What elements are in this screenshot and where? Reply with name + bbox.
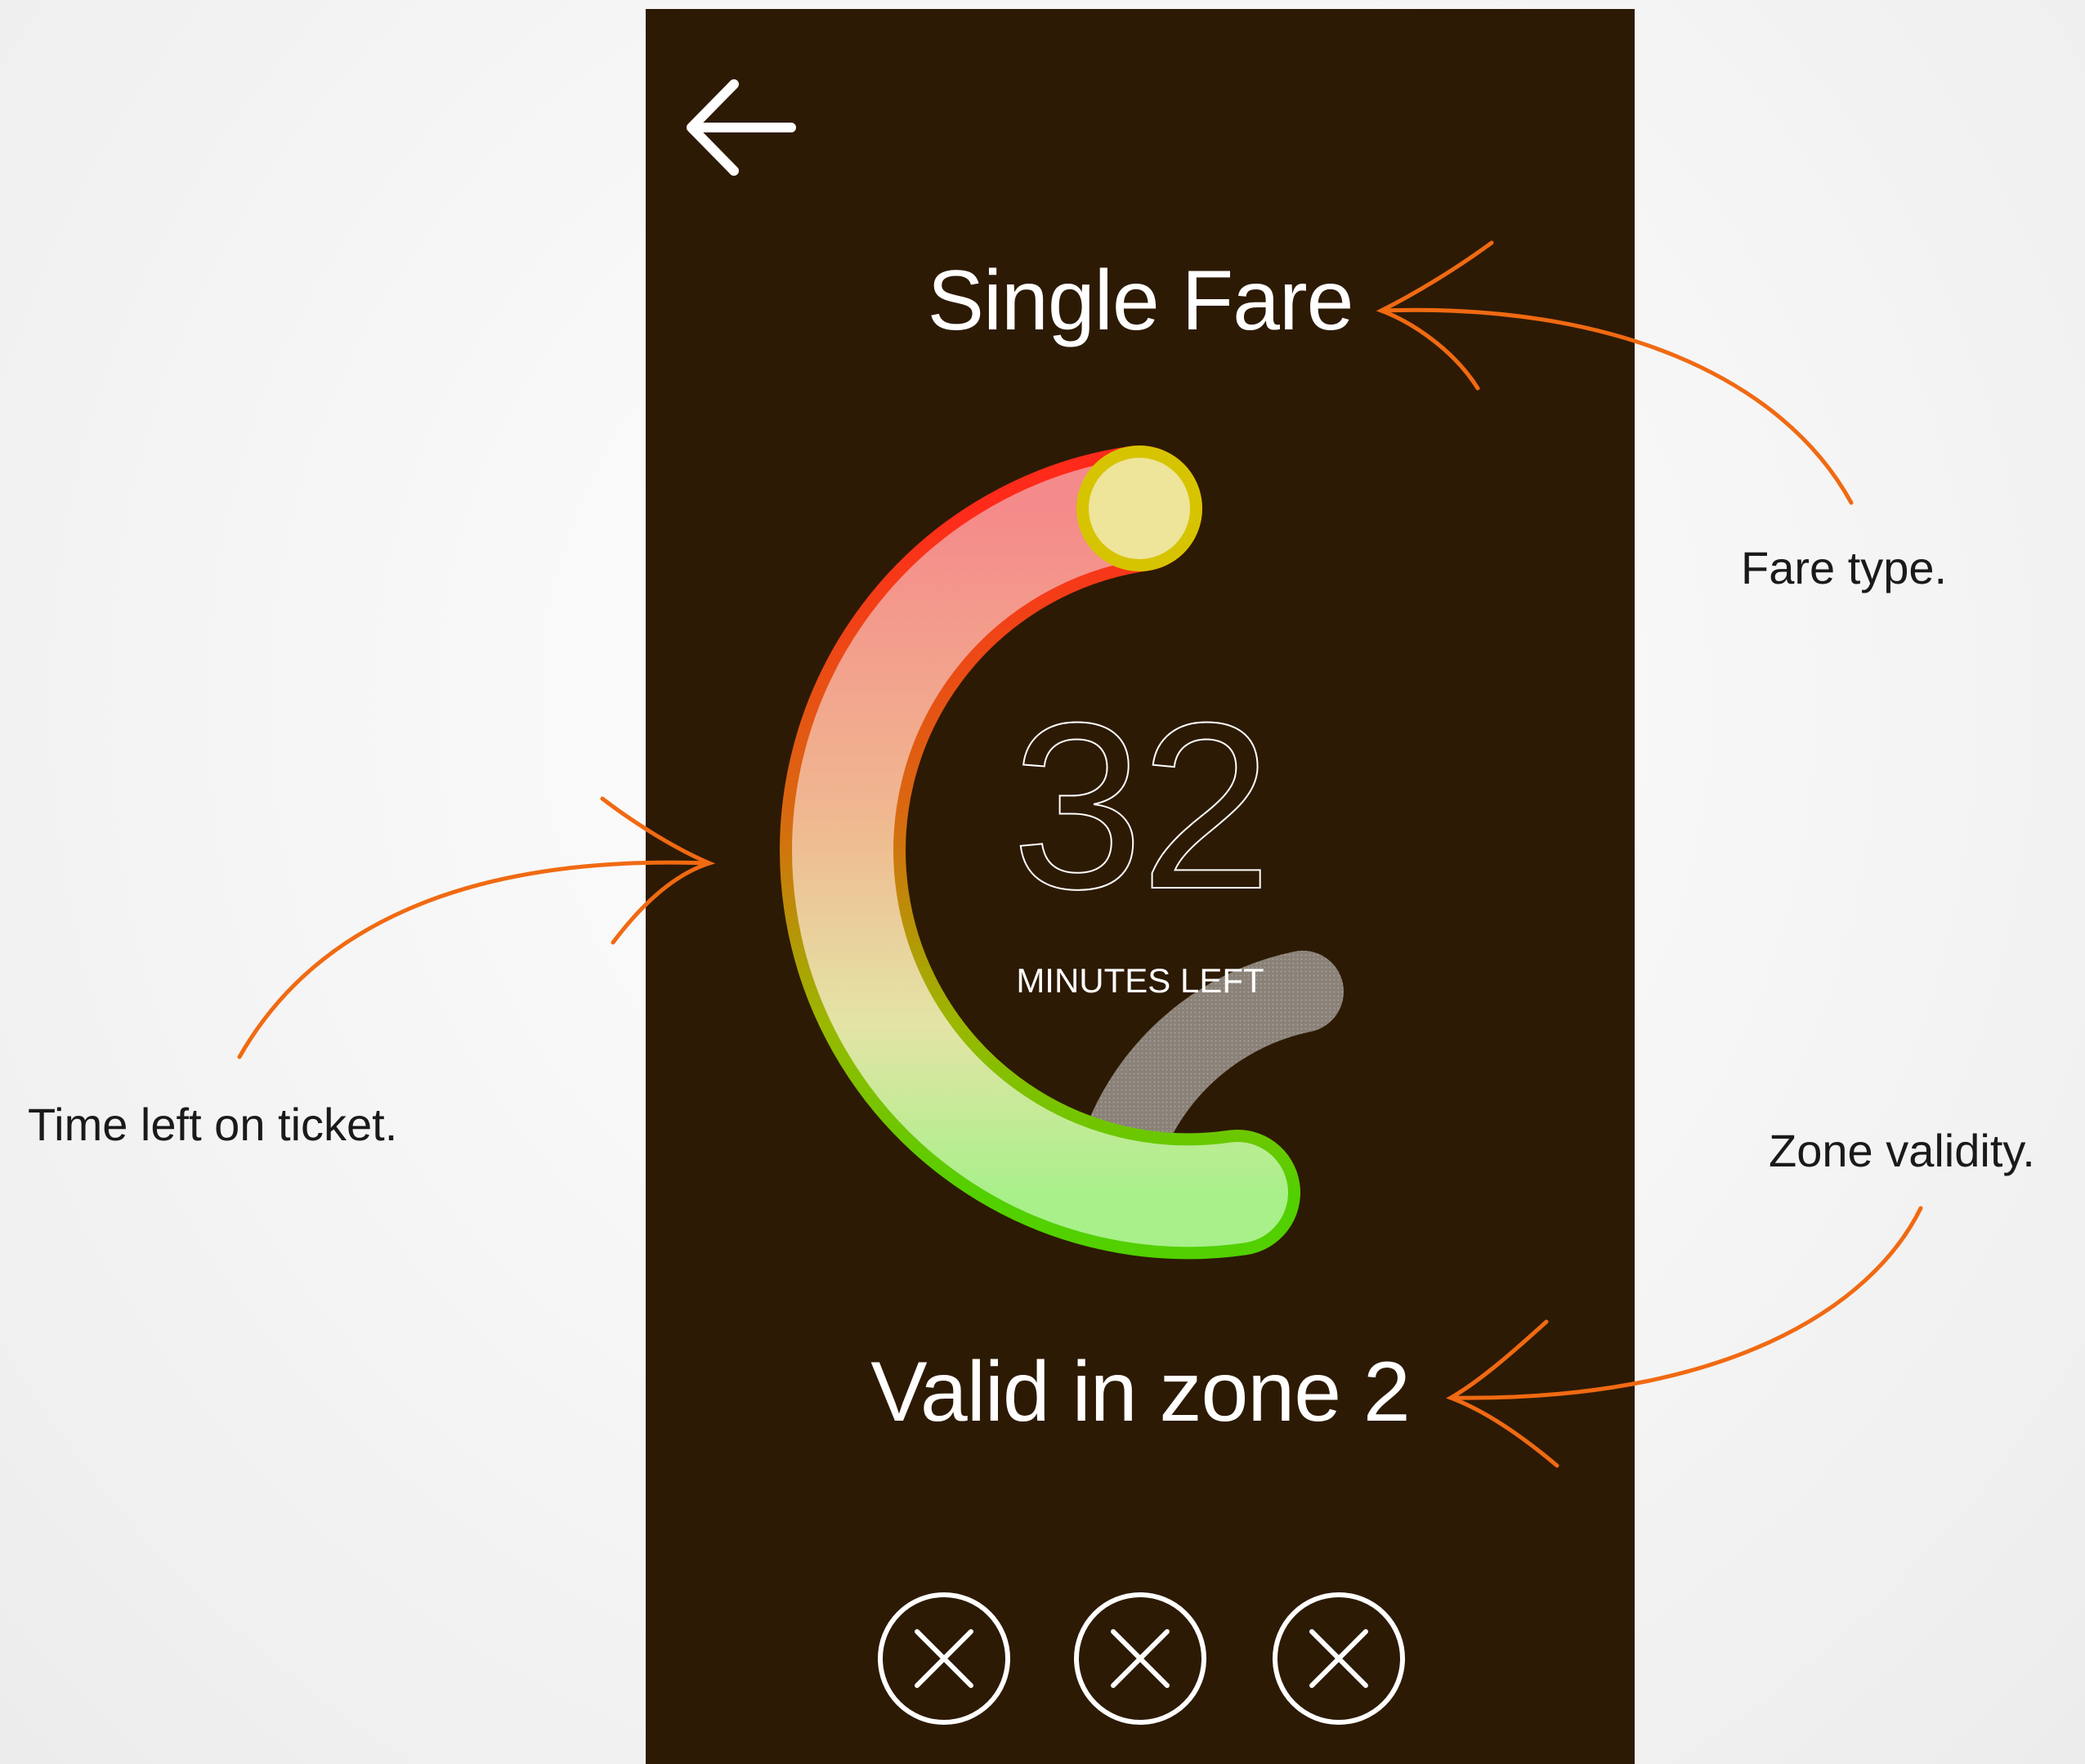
- action-button-3[interactable]: [1271, 1591, 1407, 1726]
- zone-validity-text: Valid in zone 2: [870, 1345, 1411, 1439]
- action-row: [646, 1591, 1635, 1738]
- time-left-arrow: [237, 860, 712, 1059]
- minutes-left-label: MINUTES LEFT: [1016, 961, 1264, 1000]
- annotation-time-left: Time left on ticket.: [28, 1099, 398, 1150]
- annotation-zone-validity: Zone validity.: [1769, 1125, 2035, 1176]
- close-icon: [1273, 1592, 1405, 1725]
- close-icon: [1074, 1592, 1206, 1725]
- gauge-track: [1081, 951, 1344, 1188]
- minutes-left-value: 32: [1011, 674, 1273, 938]
- action-button-1[interactable]: [876, 1591, 1012, 1726]
- ticket-screen: Single Fare 32 MINUTES LEFT Valid in zon…: [646, 9, 1635, 1764]
- close-icon: [878, 1592, 1010, 1725]
- action-button-2[interactable]: [1072, 1591, 1208, 1726]
- annotation-fare-type: Fare type.: [1741, 542, 1948, 593]
